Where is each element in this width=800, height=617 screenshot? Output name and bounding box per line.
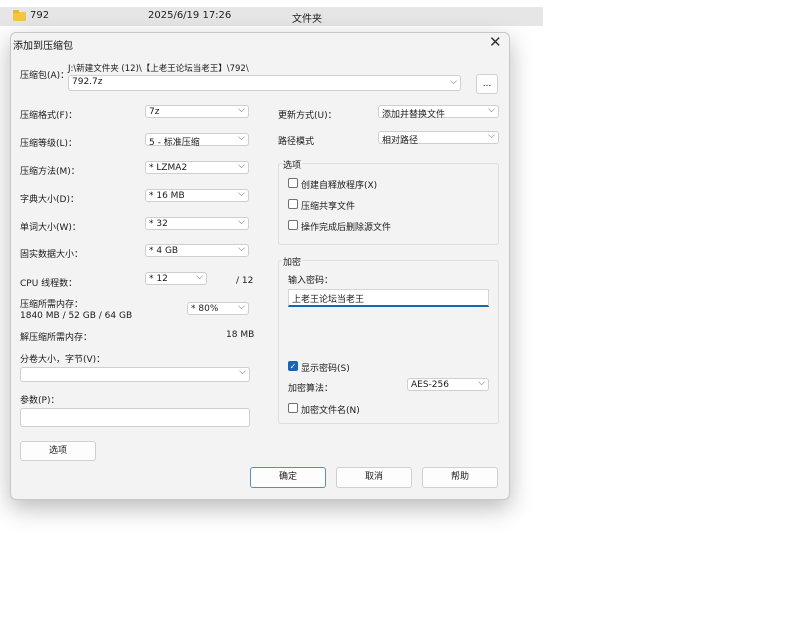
word-label: 单词大小(W)：	[20, 223, 81, 233]
solid-combo[interactable]: * 4 GB ⌵	[145, 244, 249, 257]
chevron-down-icon: ⌵	[238, 133, 245, 143]
method-value: * LZMA2	[149, 163, 188, 173]
show-password-label: 显示密码(S)	[301, 364, 350, 374]
mem-value: 1840 MB / 52 GB / 64 GB	[20, 311, 133, 321]
method-label: 压缩方法(M)：	[20, 167, 80, 177]
dict-combo[interactable]: * 16 MB ⌵	[145, 189, 249, 202]
params-label: 参数(P)：	[20, 396, 60, 406]
cpu-combo[interactable]: * 12 ⌵	[145, 272, 207, 285]
decomp-label: 解压缩所需内存：	[20, 333, 93, 343]
mem-label: 压缩所需内存：	[20, 300, 84, 310]
archive-name-combo[interactable]: 792.7z ⌵	[68, 75, 461, 91]
chevron-down-icon: ⌵	[239, 367, 246, 377]
cpu-value: * 12	[149, 274, 168, 284]
shared-label: 压缩共享文件	[301, 202, 356, 212]
archive-name-value: 792.7z	[72, 77, 103, 87]
algo-value: AES-256	[411, 380, 449, 390]
password-label: 输入密码：	[288, 276, 334, 286]
encryption-group-title: 加密	[282, 255, 303, 268]
volume-combo[interactable]: ⌵	[20, 367, 250, 382]
method-combo[interactable]: * LZMA2 ⌵	[145, 161, 249, 174]
path-mode-value: 相对路径	[382, 136, 419, 146]
path-mode-combo[interactable]: 相对路径 ⌵	[378, 131, 499, 146]
dialog-title: 添加到压缩包	[13, 41, 73, 52]
password-input[interactable]: 上老王论坛当老王	[288, 289, 489, 307]
format-value: 7z	[149, 107, 160, 117]
format-label: 压缩格式(F)：	[20, 111, 78, 121]
file-type: 文件夹	[292, 14, 322, 25]
solid-value: * 4 GB	[149, 246, 179, 256]
cancel-button[interactable]: 取消	[336, 467, 412, 488]
options-button[interactable]: 选项	[20, 441, 96, 461]
update-combo[interactable]: 添加并替换文件 ⌵	[378, 105, 499, 120]
add-to-archive-dialog: 添加到压缩包 ✕ 压缩包(A)： J:\新建文件夹 (12)\【上老王论坛当老王…	[10, 32, 510, 500]
folder-icon	[13, 10, 26, 21]
archive-label: 压缩包(A)：	[20, 71, 70, 81]
cpu-total: / 12	[236, 276, 254, 286]
algo-label: 加密算法：	[288, 384, 334, 394]
sfx-checkbox[interactable]	[288, 178, 298, 188]
volume-label: 分卷大小，字节(V)：	[20, 355, 106, 365]
chevron-down-icon: ⌵	[238, 217, 245, 227]
options-group-title: 选项	[282, 158, 303, 171]
chevron-down-icon: ⌵	[238, 105, 245, 115]
chevron-down-icon: ⌵	[488, 105, 495, 115]
update-label: 更新方式(U)：	[278, 111, 337, 121]
format-combo[interactable]: 7z ⌵	[145, 105, 249, 118]
encrypt-names-label: 加密文件名(N)	[301, 406, 360, 416]
params-input[interactable]	[20, 408, 250, 427]
chevron-down-icon: ⌵	[478, 378, 485, 388]
level-combo[interactable]: 5 - 标准压缩 ⌵	[145, 133, 249, 148]
mem-percent-combo[interactable]: * 80% ⌵	[187, 302, 249, 315]
chevron-down-icon: ⌵	[450, 77, 457, 87]
encrypt-names-checkbox[interactable]	[288, 403, 298, 413]
password-value: 上老王论坛当老王	[292, 295, 365, 305]
sfx-label: 创建自释放程序(X)	[301, 181, 378, 191]
file-name: 792	[30, 10, 50, 21]
level-label: 压缩等级(L)：	[20, 139, 78, 149]
path-mode-label: 路径模式	[278, 137, 315, 147]
word-value: * 32	[149, 219, 168, 229]
show-password-checkbox[interactable]: ✓	[288, 361, 298, 371]
mem-percent-value: * 80%	[191, 304, 219, 314]
cpu-label: CPU 线程数：	[20, 279, 78, 289]
chevron-down-icon: ⌵	[196, 272, 203, 282]
explorer-file-row[interactable]: 792 2025/6/19 17:26 文件夹	[0, 7, 543, 26]
dict-label: 字典大小(D)：	[20, 195, 79, 205]
chevron-down-icon: ⌵	[238, 189, 245, 199]
archive-path: J:\新建文件夹 (12)\【上老王论坛当老王】\792\	[68, 64, 249, 74]
chevron-down-icon: ⌵	[238, 302, 245, 312]
update-value: 添加并替换文件	[382, 110, 446, 120]
chevron-down-icon: ⌵	[238, 161, 245, 171]
solid-label: 固实数据大小：	[20, 250, 84, 260]
chevron-down-icon: ⌵	[238, 244, 245, 254]
decomp-value: 18 MB	[226, 330, 255, 340]
shared-checkbox[interactable]	[288, 199, 298, 209]
level-value: 5 - 标准压缩	[149, 138, 200, 148]
chevron-down-icon: ⌵	[488, 131, 495, 141]
help-button[interactable]: 帮助	[422, 467, 498, 488]
delete-label: 操作完成后删除源文件	[301, 223, 392, 233]
dict-value: * 16 MB	[149, 191, 185, 201]
delete-checkbox[interactable]	[288, 220, 298, 230]
word-combo[interactable]: * 32 ⌵	[145, 217, 249, 230]
algo-combo[interactable]: AES-256 ⌵	[407, 378, 489, 391]
close-icon[interactable]: ✕	[489, 33, 502, 51]
ok-button[interactable]: 确定	[250, 467, 326, 488]
file-date: 2025/6/19 17:26	[148, 10, 232, 21]
browse-button[interactable]: ...	[476, 74, 498, 94]
